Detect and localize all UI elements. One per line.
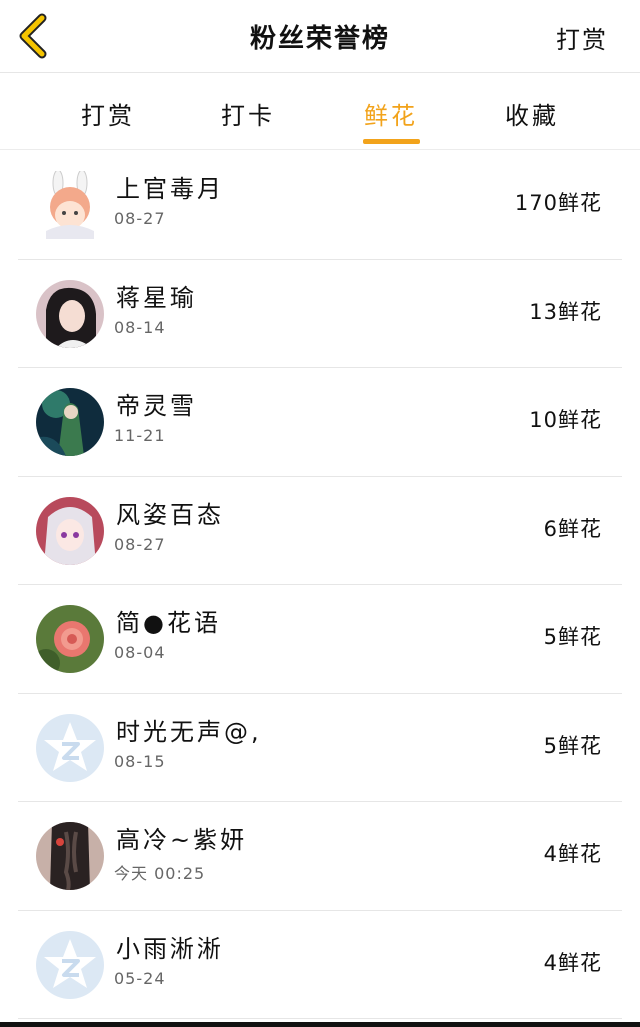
girl-photo-avatar [36,279,104,348]
fan-ranking-list: 上官毒月 08-27 170鲜花 蒋星瑜 08-14 13鲜花 帝灵雪 11-2… [0,151,640,1019]
fan-date: 08-14 [114,317,166,337]
list-item[interactable]: 帝灵雪 11-21 10鲜花 [0,368,640,477]
list-item[interactable]: 风姿百态 08-27 6鲜花 [0,477,640,585]
anime-pink-avatar [36,496,104,565]
list-item[interactable]: 时光无声@, 08-15 5鲜花 [0,694,640,802]
fan-date: 08-15 [114,751,166,771]
list-item[interactable]: 上官毒月 08-27 170鲜花 [0,151,640,260]
fan-name: 蒋星瑜 [116,283,197,312]
tab-checkin[interactable]: 打卡 [208,96,288,131]
row-divider [18,1018,622,1019]
flower-count: 6鲜花 [543,516,602,541]
flower-count: 10鲜花 [529,408,602,432]
top-header: 粉丝荣誉榜 打赏 [0,0,640,73]
fan-name: 风姿百态 [116,500,224,529]
fan-name: 高冷~紫妍 [116,826,248,854]
anime-green-avatar [36,388,104,456]
tab-favorites[interactable]: 收藏 [492,96,572,131]
anime-bunny-avatar [36,171,104,239]
list-item[interactable]: 蒋星瑜 08-14 13鲜花 [0,260,640,368]
fan-date: 08-27 [114,209,166,228]
braid-photo-avatar [36,822,104,890]
fan-name: 简●花语 [116,609,221,637]
fan-name: 帝灵雪 [116,392,197,420]
list-item[interactable]: 高冷~紫妍 今天 00:25 4鲜花 [0,802,640,911]
flower-count: 170鲜花 [514,191,602,215]
flower-avatar [36,605,104,673]
fan-date: 08-27 [114,534,166,554]
flower-count: 5鲜花 [543,733,602,758]
default-qq-avatar [36,713,104,782]
fan-date: 今天 00:25 [114,864,206,883]
list-item[interactable]: 简●花语 08-04 5鲜花 [0,585,640,694]
fan-name: 时光无声@, [116,717,262,746]
flower-count: 4鲜花 [543,950,602,975]
list-item[interactable]: 小雨淅淅 05-24 4鲜花 [0,911,640,1019]
flower-count: 4鲜花 [543,842,602,866]
active-tab-indicator [363,139,420,144]
fan-date: 05-24 [114,968,166,988]
fan-date: 08-04 [114,643,166,662]
default-qq-avatar [36,930,104,999]
tab-reward[interactable]: 打赏 [68,96,148,131]
tab-flowers[interactable]: 鲜花 [351,96,431,131]
flower-count: 5鲜花 [543,625,602,649]
flower-count: 13鲜花 [529,299,602,324]
reward-button[interactable]: 打赏 [556,20,608,55]
bottom-edge-bar [0,1022,640,1027]
page-title: 粉丝荣誉榜 [249,24,390,54]
fan-date: 11-21 [114,426,166,445]
fan-name: 小雨淅淅 [116,934,224,963]
fan-name: 上官毒月 [116,175,224,203]
tab-bar: 打赏 打卡 鲜花 收藏 [0,74,640,150]
